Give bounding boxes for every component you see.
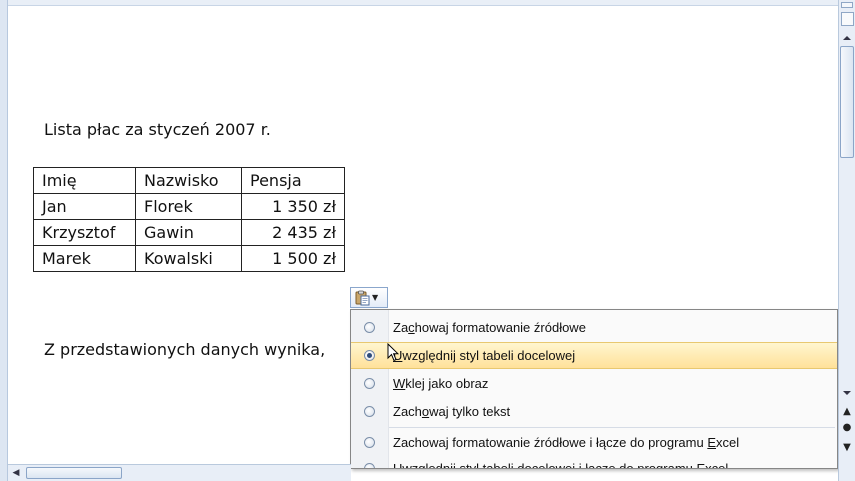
- table-cell[interactable]: Florek: [135, 193, 242, 220]
- menu-item-destination-style-link-excel[interactable]: Uwzględnij styl tabeli docelowej i łącze…: [351, 455, 837, 469]
- table-header-cell[interactable]: Pensja: [241, 167, 345, 194]
- table-cell[interactable]: Marek: [33, 245, 136, 272]
- menu-item-label: Zachowaj formatowanie źródłowe: [393, 320, 586, 335]
- ruler-toggle-icon[interactable]: [841, 12, 854, 26]
- menu-item-keep-text-only[interactable]: Zachowaj tylko tekst: [351, 398, 837, 425]
- vertical-scrollbar[interactable]: ▲ ● ▼: [838, 0, 855, 481]
- scroll-down-button[interactable]: [839, 385, 855, 401]
- table-row: Krzysztof Gawin 2 435 zł: [33, 219, 345, 246]
- document-heading: Lista płac za styczeń 2007 r.: [44, 120, 271, 139]
- menu-item-label: Uwzględnij styl tabeli docelowej i łącze…: [393, 461, 729, 469]
- radio-icon: [364, 406, 375, 417]
- paste-options-menu: Zachowaj formatowanie źródłowe Uwzględni…: [350, 309, 838, 469]
- horizontal-scrollbar[interactable]: ◀: [8, 464, 351, 481]
- radio-selected-icon: [364, 350, 375, 361]
- menu-item-paste-as-picture[interactable]: Wklej jako obraz: [351, 370, 837, 397]
- next-page-icon[interactable]: ▼: [839, 440, 855, 456]
- table-cell[interactable]: 1 350 zł: [241, 193, 345, 220]
- window-frame-left: [0, 0, 8, 481]
- split-handle[interactable]: [841, 2, 853, 8]
- table-cell[interactable]: Krzysztof: [33, 219, 136, 246]
- scroll-left-button[interactable]: ◀: [8, 465, 24, 481]
- table-cell[interactable]: Gawin: [135, 219, 242, 246]
- table-header-cell[interactable]: Imię: [33, 167, 136, 194]
- radio-icon: [364, 437, 375, 448]
- radio-icon: [364, 378, 375, 389]
- menu-item-label: Zachowaj formatowanie źródłowe i łącze d…: [393, 435, 740, 450]
- previous-page-icon[interactable]: ▲: [839, 404, 855, 420]
- table-cell[interactable]: Jan: [33, 193, 136, 220]
- radio-icon: [364, 322, 375, 333]
- scroll-up-button[interactable]: [839, 30, 855, 46]
- payroll-table[interactable]: Imię Nazwisko Pensja Jan Florek 1 350 zł…: [33, 167, 345, 272]
- menu-item-keep-source-link-excel[interactable]: Zachowaj formatowanie źródłowe i łącze d…: [351, 429, 837, 456]
- clipboard-icon: [354, 290, 370, 306]
- browse-object-icon[interactable]: ●: [839, 420, 855, 436]
- table-row: Marek Kowalski 1 500 zł: [33, 245, 345, 272]
- menu-item-label: Wklej jako obraz: [393, 376, 489, 391]
- paste-options-button[interactable]: ▼: [350, 287, 388, 308]
- chevron-down-icon: ▼: [372, 293, 379, 302]
- table-cell[interactable]: 1 500 zł: [241, 245, 345, 272]
- document-paragraph: Z przedstawionych danych wynika,: [44, 340, 326, 359]
- menu-separator: [389, 427, 835, 428]
- table-header-row: Imię Nazwisko Pensja: [33, 167, 345, 194]
- scroll-thumb[interactable]: [840, 46, 854, 158]
- menu-item-use-destination-style[interactable]: Uwzględnij styl tabeli docelowej: [351, 342, 837, 369]
- window-frame-top: [8, 0, 838, 6]
- table-row: Jan Florek 1 350 zł: [33, 193, 345, 220]
- menu-item-keep-source-formatting[interactable]: Zachowaj formatowanie źródłowe: [351, 314, 837, 341]
- menu-item-label: Zachowaj tylko tekst: [393, 404, 511, 419]
- table-cell[interactable]: Kowalski: [135, 245, 242, 272]
- table-cell[interactable]: 2 435 zł: [241, 219, 345, 246]
- mouse-pointer-icon: [387, 342, 400, 366]
- table-header-cell[interactable]: Nazwisko: [135, 167, 242, 194]
- radio-icon: [364, 463, 375, 468]
- horizontal-scroll-thumb[interactable]: [26, 467, 122, 479]
- menu-item-label: Uwzględnij styl tabeli docelowej: [393, 348, 576, 363]
